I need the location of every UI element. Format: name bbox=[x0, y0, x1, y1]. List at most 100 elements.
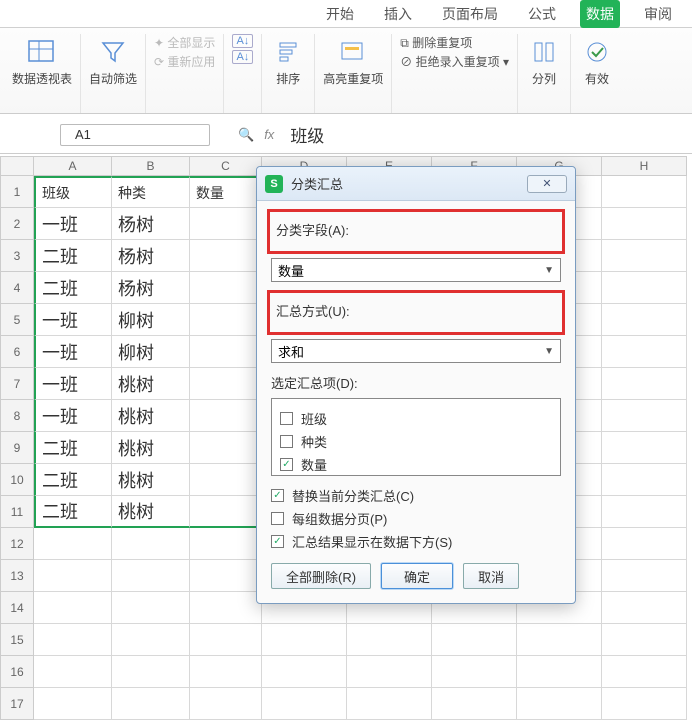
cell[interactable] bbox=[190, 368, 262, 400]
tab-review[interactable]: 审阅 bbox=[638, 0, 678, 28]
group-autofilter[interactable]: 自动筛选 bbox=[81, 34, 146, 113]
cell[interactable] bbox=[190, 688, 262, 720]
method-select[interactable]: 求和▼ bbox=[271, 339, 561, 363]
cell[interactable] bbox=[602, 656, 687, 688]
cell[interactable] bbox=[602, 336, 687, 368]
cell[interactable] bbox=[602, 688, 687, 720]
col-A[interactable]: A bbox=[34, 156, 112, 176]
tab-layout[interactable]: 页面布局 bbox=[436, 0, 504, 28]
cell[interactable]: 桃树 bbox=[112, 464, 190, 496]
cell[interactable] bbox=[262, 656, 347, 688]
cell[interactable] bbox=[112, 560, 190, 592]
opt-page[interactable]: 每组数据分页(P) bbox=[271, 509, 561, 528]
cell[interactable] bbox=[517, 688, 602, 720]
cell[interactable] bbox=[34, 656, 112, 688]
cell[interactable] bbox=[190, 592, 262, 624]
row-header[interactable]: 16 bbox=[0, 656, 34, 688]
cell[interactable] bbox=[112, 688, 190, 720]
cell[interactable] bbox=[517, 656, 602, 688]
cell[interactable] bbox=[190, 496, 262, 528]
cell[interactable] bbox=[602, 272, 687, 304]
item-shuliang[interactable]: 数量 bbox=[280, 455, 552, 474]
cell[interactable] bbox=[34, 688, 112, 720]
cell[interactable]: 柳树 bbox=[112, 336, 190, 368]
cell[interactable]: 一班 bbox=[34, 400, 112, 432]
col-C[interactable]: C bbox=[190, 156, 262, 176]
item-banji[interactable]: 班级 bbox=[280, 409, 552, 428]
cell[interactable]: 种类 bbox=[112, 176, 190, 208]
row-header[interactable]: 17 bbox=[0, 688, 34, 720]
cell[interactable] bbox=[34, 592, 112, 624]
checkbox-icon[interactable] bbox=[280, 458, 293, 471]
dialog-titlebar[interactable]: S 分类汇总 ✕ bbox=[257, 167, 575, 201]
group-pivot[interactable]: 数据透视表 bbox=[4, 34, 81, 113]
col-H[interactable]: H bbox=[602, 156, 687, 176]
name-box[interactable]: A1 bbox=[60, 124, 210, 146]
cell[interactable] bbox=[112, 624, 190, 656]
row-header[interactable]: 9 bbox=[0, 432, 34, 464]
remove-all-button[interactable]: 全部删除(R) bbox=[271, 563, 371, 589]
row-header[interactable]: 4 bbox=[0, 272, 34, 304]
row-header[interactable]: 12 bbox=[0, 528, 34, 560]
cell[interactable] bbox=[190, 528, 262, 560]
cell[interactable] bbox=[432, 656, 517, 688]
row-header[interactable]: 3 bbox=[0, 240, 34, 272]
cell[interactable] bbox=[602, 624, 687, 656]
cell[interactable] bbox=[347, 624, 432, 656]
cell[interactable] bbox=[190, 432, 262, 464]
cell[interactable] bbox=[190, 304, 262, 336]
row-header[interactable]: 14 bbox=[0, 592, 34, 624]
sort-asc-icon[interactable]: A↓ bbox=[232, 34, 253, 48]
cell[interactable]: 二班 bbox=[34, 240, 112, 272]
cell[interactable] bbox=[262, 688, 347, 720]
rejectdup-item[interactable]: ⊘ 拒绝录入重复项 ▾ bbox=[400, 53, 509, 70]
cell[interactable]: 桃树 bbox=[112, 432, 190, 464]
cell[interactable] bbox=[190, 560, 262, 592]
cell[interactable] bbox=[190, 336, 262, 368]
group-sort[interactable]: 排序 bbox=[262, 34, 315, 113]
cell[interactable] bbox=[190, 272, 262, 304]
cell[interactable] bbox=[34, 560, 112, 592]
rmdup-item[interactable]: ⧉ 删除重复项 bbox=[400, 34, 472, 51]
tab-formula[interactable]: 公式 bbox=[522, 0, 562, 28]
row-header[interactable]: 7 bbox=[0, 368, 34, 400]
select-all-corner[interactable] bbox=[0, 156, 34, 176]
checkbox-icon[interactable] bbox=[271, 512, 284, 525]
sort-desc-icon[interactable]: A↓ bbox=[232, 50, 253, 64]
cell[interactable] bbox=[602, 400, 687, 432]
cell[interactable]: 桃树 bbox=[112, 368, 190, 400]
field-select[interactable]: 数量▼ bbox=[271, 258, 561, 282]
cell[interactable] bbox=[432, 624, 517, 656]
cell[interactable] bbox=[347, 656, 432, 688]
cell[interactable] bbox=[112, 592, 190, 624]
cell[interactable] bbox=[602, 240, 687, 272]
checkbox-icon[interactable] bbox=[271, 489, 284, 502]
cell[interactable]: 班级 bbox=[34, 176, 112, 208]
cell[interactable] bbox=[602, 432, 687, 464]
col-B[interactable]: B bbox=[112, 156, 190, 176]
formula-input[interactable] bbox=[284, 124, 692, 146]
cell[interactable] bbox=[602, 304, 687, 336]
ok-button[interactable]: 确定 bbox=[381, 563, 453, 589]
row-header[interactable]: 5 bbox=[0, 304, 34, 336]
cell[interactable]: 桃树 bbox=[112, 496, 190, 528]
cell[interactable] bbox=[602, 528, 687, 560]
cell[interactable]: 一班 bbox=[34, 208, 112, 240]
group-splitcol[interactable]: 分列 bbox=[518, 34, 571, 113]
cell[interactable]: 一班 bbox=[34, 336, 112, 368]
zoom-icon[interactable]: 🔍 bbox=[238, 127, 254, 143]
row-header[interactable]: 8 bbox=[0, 400, 34, 432]
cell[interactable] bbox=[190, 464, 262, 496]
cell[interactable] bbox=[112, 656, 190, 688]
row-header[interactable]: 10 bbox=[0, 464, 34, 496]
cell[interactable]: 二班 bbox=[34, 464, 112, 496]
group-highlight[interactable]: 高亮重复项 bbox=[315, 34, 392, 113]
cell[interactable] bbox=[602, 496, 687, 528]
cell[interactable] bbox=[34, 528, 112, 560]
cell[interactable] bbox=[602, 560, 687, 592]
fx-icon[interactable]: fx bbox=[264, 127, 274, 142]
opt-below[interactable]: 汇总结果显示在数据下方(S) bbox=[271, 532, 561, 551]
group-validate[interactable]: 有效 bbox=[571, 34, 623, 113]
cell[interactable] bbox=[432, 688, 517, 720]
cell[interactable] bbox=[602, 592, 687, 624]
